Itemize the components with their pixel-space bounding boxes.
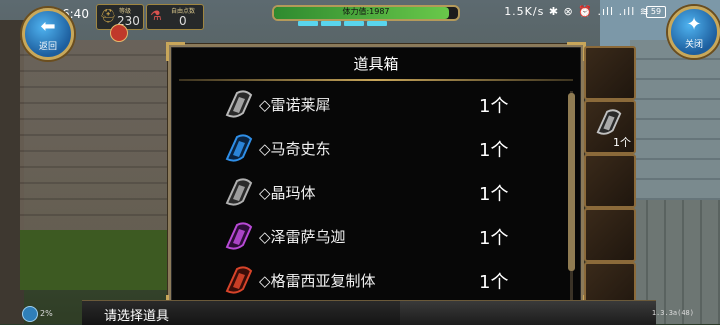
inventory-slot-4[interactable] (584, 208, 636, 262)
item-name: ◇格雷西亚复制体 (259, 272, 376, 290)
hp-text: 体力值:1987 (342, 7, 390, 16)
close-button[interactable]: ✦ 关闭 (668, 6, 720, 58)
item-row-3[interactable]: ◇晶玛体 1个 (171, 171, 561, 213)
energy-pip (344, 21, 364, 26)
inventory-slot-1[interactable] (584, 46, 636, 100)
back-arrow-icon: ⬅ (40, 16, 56, 37)
item-row-2[interactable]: ◇马奇史东 1个 (171, 127, 561, 169)
free-points-value: 0 (179, 14, 187, 28)
energy-pip (321, 21, 341, 26)
title-divider (179, 79, 573, 81)
free-points-box: 自由点数 0 ⚗ (146, 4, 204, 30)
globe-icon: ✦ (686, 14, 702, 35)
item-row-1[interactable]: ◇雷诺莱犀 1个 (171, 83, 561, 125)
item-quantity: 1个 (479, 140, 509, 161)
battery-icon: 59 (646, 6, 666, 18)
item-name: ◇晶玛体 (259, 184, 316, 202)
slot-quantity: 1个 (613, 136, 631, 149)
bottom-button-bar (400, 300, 656, 325)
hp-bar: 体力值:1987 (272, 5, 460, 21)
item-quantity: 1个 (479, 272, 509, 293)
gem-icon (225, 134, 253, 162)
back-button[interactable]: ⬅ 返回 (22, 8, 74, 60)
gem-icon (596, 109, 622, 135)
bottom-prompt-bar: 请选择道具 (82, 300, 402, 325)
scrollbar-thumb[interactable] (568, 93, 575, 271)
status-indicators: 1.5K/s ✱ ⊗ ⏰ .ıll .ıll ≋ (504, 5, 650, 18)
background-grass (20, 230, 170, 290)
item-name: ◇雷诺莱犀 (259, 96, 331, 114)
item-quantity: 1个 (479, 184, 509, 205)
item-box-panel: 道具箱 ◇雷诺莱犀 1个 ◇马奇史东 1个 ◇晶玛体 1个 ◇泽雷萨乌迦 1个 (166, 42, 586, 314)
helmet-icon: ⛑ (100, 9, 117, 24)
version-label: 1.3.3a(48) (651, 309, 694, 317)
item-name: ◇马奇史东 (259, 140, 331, 158)
item-row-5[interactable]: ◇格雷西亚复制体 1个 (171, 259, 561, 301)
inventory-slot-3[interactable] (584, 154, 636, 208)
network-icon (22, 306, 38, 322)
network-status: 2% (40, 309, 53, 318)
gem-icon (225, 266, 253, 294)
close-label: 关闭 (684, 40, 703, 50)
gem-icon (225, 178, 253, 206)
energy-pip (367, 21, 387, 26)
gift-icon[interactable] (110, 24, 128, 42)
gem-icon (225, 90, 253, 118)
gem-icon (225, 222, 253, 250)
item-quantity: 1个 (479, 96, 509, 117)
energy-pips (298, 21, 387, 26)
item-row-4[interactable]: ◇泽雷萨乌迦 1个 (171, 215, 561, 257)
back-label: 返回 (38, 42, 57, 52)
item-name: ◇泽雷萨乌迦 (259, 228, 346, 246)
potion-icon: ⚗ (150, 9, 162, 24)
item-quantity: 1个 (479, 228, 509, 249)
energy-pip (298, 21, 318, 26)
inventory-slot-2[interactable]: 1个 (584, 100, 636, 154)
background-stone-wall (20, 40, 170, 250)
panel-title: 道具箱 (353, 55, 399, 73)
select-item-prompt: 请选择道具 (104, 309, 170, 324)
